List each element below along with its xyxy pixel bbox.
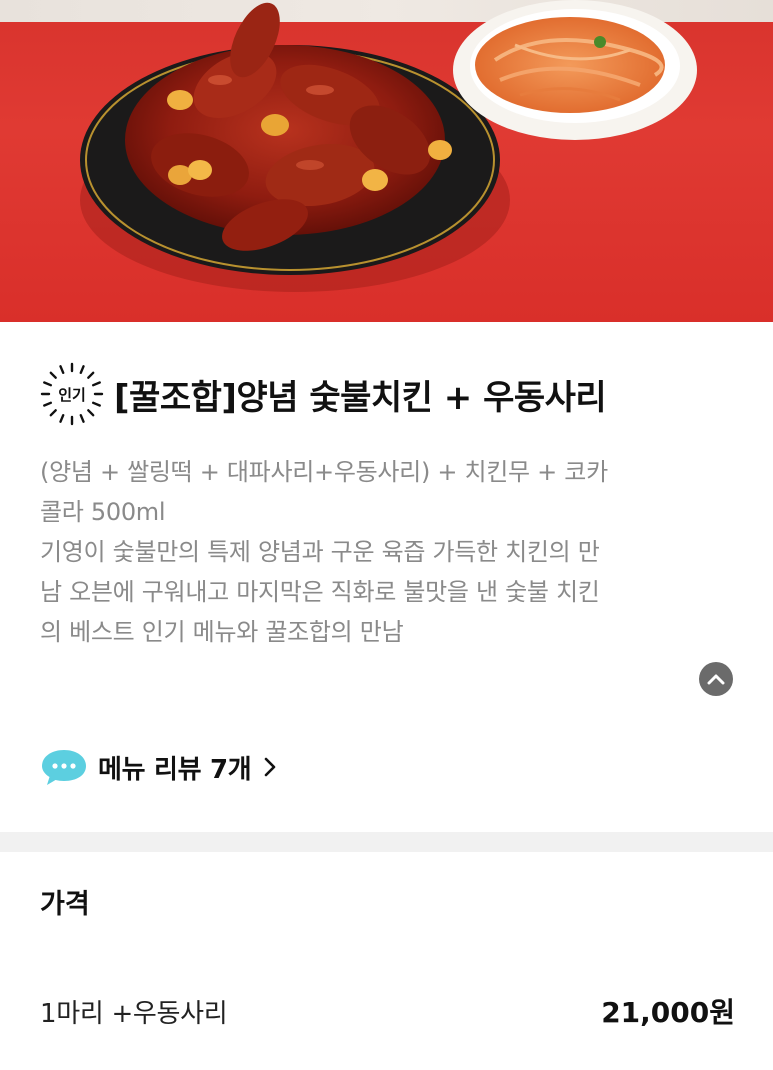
- menu-description-line: 남 오븐에 구워내고 마지막은 직화로 불맛을 낸 숯불 치킨: [40, 578, 600, 606]
- menu-description-line: 의 베스트 인기 메뉴와 꿀조합의 만남: [40, 618, 404, 646]
- section-divider: [0, 832, 773, 852]
- popular-badge-icon: 인기: [40, 362, 104, 426]
- hero-image: [0, 0, 773, 322]
- menu-description-line: 콜라 500ml: [40, 498, 166, 526]
- chevron-up-icon: [707, 674, 725, 685]
- collapse-description-button[interactable]: [699, 662, 733, 696]
- menu-review-label: 메뉴 리뷰 7개: [98, 754, 252, 785]
- speech-bubble-icon: [40, 747, 88, 787]
- menu-description-line: (양념 + 쌀링떡 + 대파사리+우동사리) + 치킨무 + 코카: [40, 458, 608, 486]
- menu-review-link[interactable]: 메뉴 리뷰 7개: [40, 744, 733, 790]
- price-option-value: 21,000원: [601, 996, 735, 1029]
- chevron-right-icon: [265, 757, 276, 777]
- price-option-label: 1마리 +우동사리: [40, 998, 228, 1029]
- price-section: 가격 1마리 +우동사리 21,000원: [40, 882, 735, 1031]
- menu-title-row: 인기 [꿀조합]양념 숯불치킨 + 우동사리: [40, 362, 733, 426]
- menu-description: (양념 + 쌀링떡 + 대파사리+우동사리) + 치킨무 + 코카 콜라 500…: [40, 452, 740, 652]
- price-heading: 가격: [40, 889, 90, 920]
- popular-badge-label: 인기: [58, 385, 86, 404]
- menu-title: [꿀조합]양념 숯불치킨 + 우동사리: [114, 377, 607, 418]
- menu-description-line: 기영이 숯불만의 특제 양념과 구운 육즙 가득한 치킨의 만: [40, 538, 600, 566]
- hero-food-illustration: [80, 0, 697, 292]
- price-option-row: 1마리 +우동사리 21,000원: [40, 991, 735, 1031]
- description-collapse-row: [40, 662, 733, 708]
